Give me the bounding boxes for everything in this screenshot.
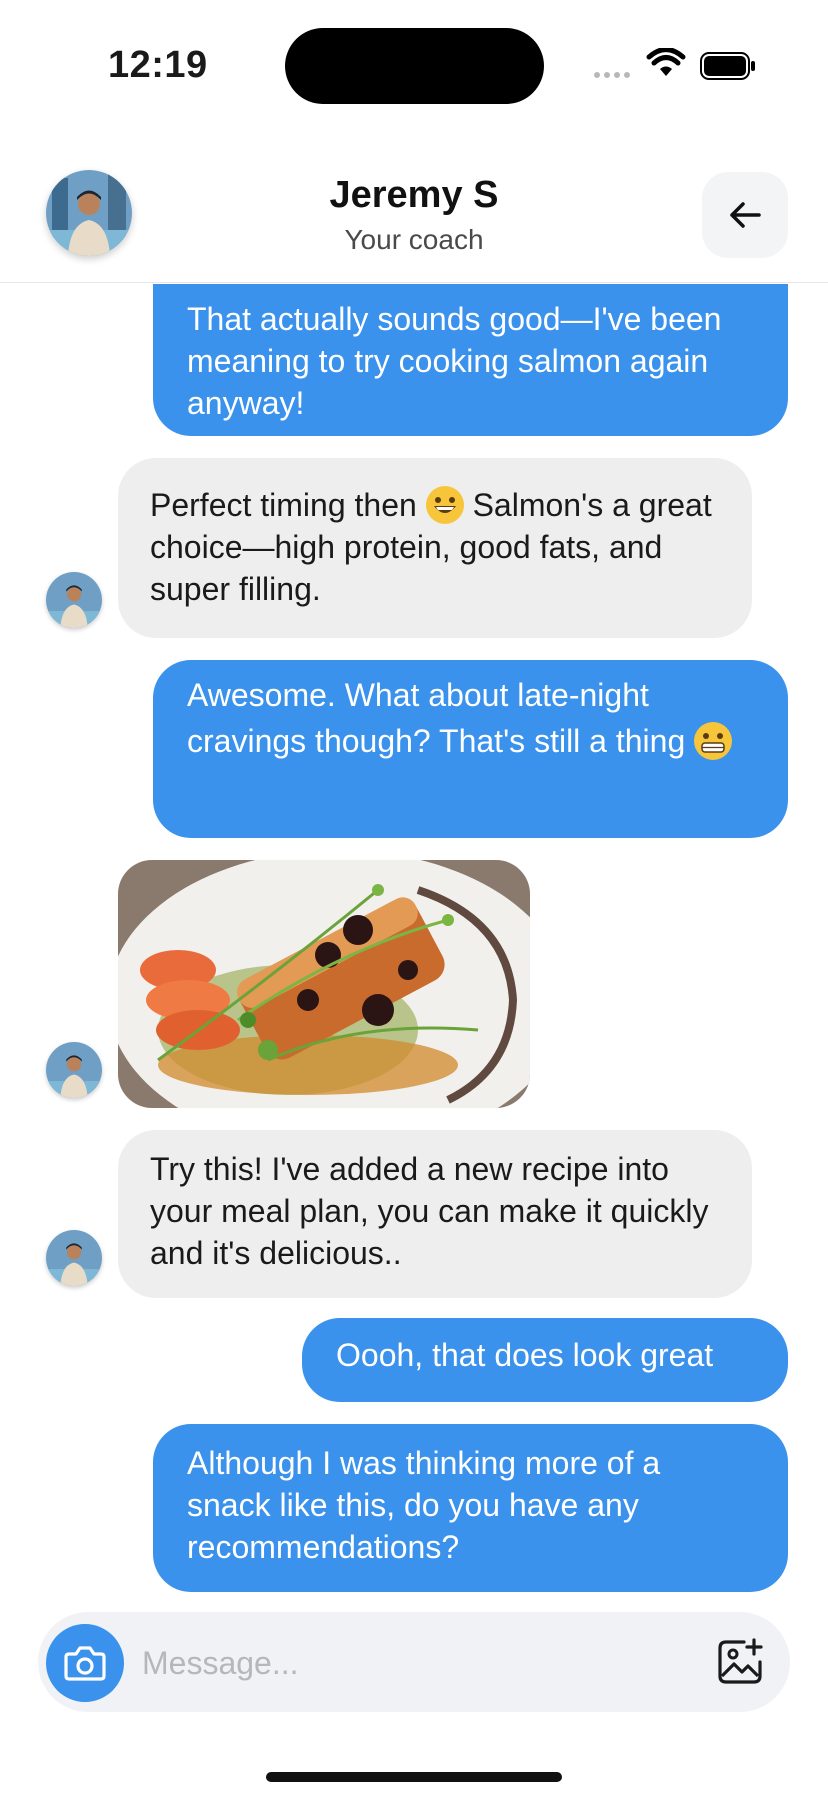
battery-icon bbox=[700, 52, 755, 80]
message-text: Awesome. What about late-night cravings … bbox=[187, 677, 686, 759]
incoming-message: Try this! I've added a new recipe into y… bbox=[118, 1130, 752, 1298]
arrow-left-icon bbox=[730, 202, 761, 228]
outgoing-message: Awesome. What about late-night cravings … bbox=[153, 660, 788, 838]
message-text: Perfect timing then bbox=[150, 487, 417, 523]
outgoing-message: That actually sounds good—I've been mean… bbox=[153, 284, 788, 436]
back-button[interactable] bbox=[702, 172, 788, 258]
home-indicator bbox=[266, 1772, 562, 1782]
coach-message-avatar bbox=[46, 1042, 102, 1098]
message-composer bbox=[38, 1612, 790, 1712]
coach-message-avatar bbox=[46, 1230, 102, 1286]
image-add-icon bbox=[718, 1638, 763, 1684]
chat-header: Jeremy S Your coach bbox=[0, 150, 828, 283]
message-input[interactable] bbox=[140, 1632, 644, 1694]
message-text: That actually sounds good—I've been mean… bbox=[187, 301, 722, 421]
grinning-face-icon bbox=[425, 486, 464, 524]
wifi-icon bbox=[646, 48, 686, 76]
grimacing-face-icon bbox=[694, 722, 733, 760]
outgoing-message: Oooh, that does look great bbox=[302, 1318, 788, 1402]
message-text: Try this! I've added a new recipe into y… bbox=[150, 1151, 709, 1271]
signal-icon bbox=[594, 72, 630, 78]
dynamic-island bbox=[285, 28, 544, 104]
salmon-dish-image[interactable] bbox=[118, 860, 530, 1108]
message-text: Although I was thinking more of a snack … bbox=[187, 1445, 661, 1565]
incoming-message: Perfect timing then Salmon's a great cho… bbox=[118, 458, 752, 638]
message-text: Oooh, that does look great bbox=[336, 1337, 714, 1373]
camera-button[interactable] bbox=[46, 1624, 124, 1702]
outgoing-message: Although I was thinking more of a snack … bbox=[153, 1424, 788, 1592]
camera-icon bbox=[64, 1646, 106, 1681]
coach-message-avatar bbox=[46, 572, 102, 628]
status-time: 12:19 bbox=[108, 44, 208, 86]
add-image-button[interactable] bbox=[714, 1636, 766, 1688]
